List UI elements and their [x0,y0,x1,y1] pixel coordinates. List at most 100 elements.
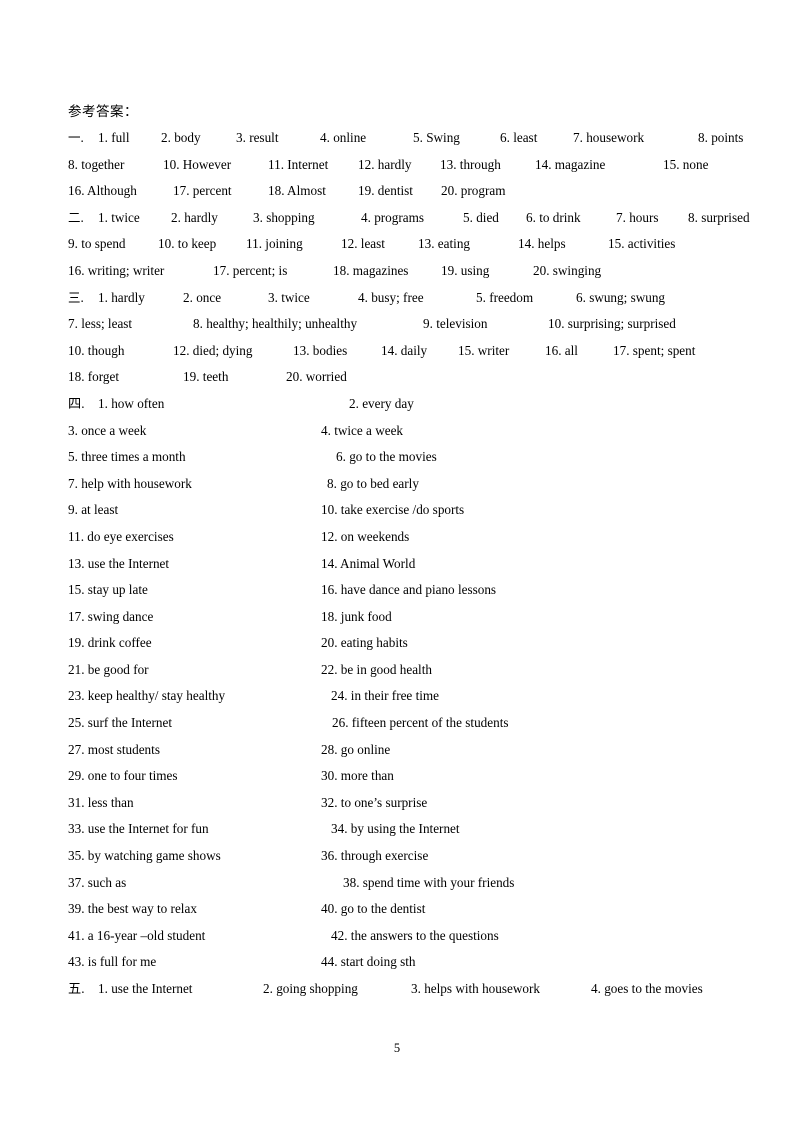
answer-item: 21. be good for [68,661,149,677]
answer-line: 一. 1. full 2. body 3. result 4. online 5. Swi… [68,125,743,152]
answer-item: 1. how often [98,395,165,411]
answer-item: 19. drink coffee [68,635,152,651]
answer-row: 9. at least 10. take exercise /do sports [68,497,728,524]
answer-sections: 一. 1. full 2. body 3. result 4. online 5. Swi… [68,125,750,391]
answer-item: 19. dentist [358,183,413,199]
answer-item: 15. writer [458,342,510,358]
answer-key-body: 参考答案： 一. 1. full 2. body 3. result 4. online… [68,98,750,1003]
section-marker-dot: . [81,981,85,996]
answer-row: 35. by watching game shows 36. through ex… [68,843,728,870]
answer-item: 7. less; least [68,316,133,332]
section-marker-numeral: 二 [68,209,81,225]
answer-item: 4. goes to the movies [591,981,703,996]
answer-item: 18. forget [68,369,120,385]
answer-item: 8. together [68,156,125,172]
answer-item: 16. all [545,342,578,358]
answer-item: 31. less than [68,794,134,810]
answer-line: 五. 1. use the Internet 2. going shopping 3.… [68,976,728,1003]
answer-row: 43. is full for me 44. start doing sth [68,949,728,976]
answer-item: 6. least [500,130,538,145]
answer-item: 36. through exercise [321,848,429,864]
answer-item: 18. junk food [321,608,392,624]
answer-row: 7. help with housework 8. go to bed early [68,471,728,498]
answer-item: 44. start doing sth [321,954,416,970]
answer-item: 27. most students [68,741,160,757]
answer-item: 4. busy; free [358,289,424,305]
answer-item: 2. hardly [171,209,218,225]
answer-item: 13. bodies [293,342,348,358]
answer-item: 1. twice [98,209,140,225]
answer-item: 18. Almost [268,183,326,199]
answer-row: 23. keep healthy/ stay healthy 24. in the… [68,683,728,710]
answer-item: 39. the best way to relax [68,901,197,917]
answer-line: 二. 1. twice 2. hardly 3. shopping 4. program… [68,205,750,232]
answer-item: 10. to keep [158,236,217,252]
answer-line: 9. to spend 10. to keep 11. joining 12. lea… [68,231,728,258]
answer-item: 10. However [163,156,232,172]
answer-item: 14. Animal World [321,555,416,571]
answer-row: 31. less than 32. to one’s surprise [68,790,728,817]
answer-item: 17. percent [173,183,232,199]
answer-item: 5. died [463,209,499,225]
answer-item: 16. have dance and piano lessons [321,582,497,598]
answer-item: 15. activities [608,236,676,252]
answer-line: 18. forget 19. teeth 20. worried [68,364,728,391]
answer-item: 14. magazine [535,156,606,172]
answer-item: 35. by watching game shows [68,848,221,864]
answer-item: 32. to one’s surprise [321,794,428,810]
answer-item: 13. through [440,156,501,172]
answer-item: 19. using [441,262,490,278]
section-marker: 三. [68,285,98,312]
answer-item: 23. keep healthy/ stay healthy [68,688,226,704]
answer-row: 27. most students 28. go online [68,737,728,764]
answer-item: 9. television [423,316,488,332]
answer-item: 12. least [341,236,385,252]
answer-row: 四. 1. how often 2. every day [68,391,728,418]
answer-item: 13. use the Internet [68,555,170,571]
document-page: 参考答案： 一. 1. full 2. body 3. result 4. online… [0,0,794,1123]
answer-item: 40. go to the dentist [321,901,426,917]
answer-row: 29. one to four times 30. more than [68,763,728,790]
answer-row: 21. be good for 22. be in good health [68,657,728,684]
answer-item: 26. fifteen percent of the students [332,715,509,731]
answer-item: 25. surf the Internet [68,715,172,731]
answer-item: 12. died; dying [173,342,253,358]
answer-item: 38. spend time with your friends [343,874,515,890]
section-marker-dot: . [81,395,85,411]
answer-item: 2. once [183,289,222,305]
answer-item: 10. though [68,342,125,358]
answer-item: 9. at least [68,502,119,518]
answer-item: 5. three times a month [68,449,186,465]
answer-row: 37. such as 38. spend time with your frie… [68,870,728,897]
answer-item: 6. swung; swung [576,289,666,305]
answer-item: 4. programs [361,209,424,225]
section-marker-dot: . [80,289,84,305]
answer-item: 1. use the Internet [98,981,193,996]
section-marker-numeral: 一 [68,130,81,145]
answer-row: 3. once a week 4. twice a week [68,418,728,445]
answer-item: 29. one to four times [68,768,178,784]
section-marker: 一. [68,125,98,152]
answer-item: 43. is full for me [68,954,157,970]
answer-row: 39. the best way to relax 40. go to the d… [68,896,728,923]
answer-item: 13. eating [418,236,471,252]
answer-item: 11. Internet [268,156,329,172]
section-marker: 五. [68,976,84,1003]
answer-row: 5. three times a month 6. go to the movie… [68,444,728,471]
answer-row: 41. a 16-year –old student 42. the answer… [68,923,728,950]
answer-item: 17. spent; spent [613,342,696,358]
answer-item: 8. healthy; healthily; unhealthy [193,316,358,332]
answer-item: 42. the answers to the questions [331,927,499,943]
answer-item: 24. in their free time [331,688,440,704]
answer-item: 7. housework [573,130,645,145]
answer-item: 8. surprised [688,209,750,225]
answer-item: 30. more than [321,768,394,784]
answer-item: 20. swinging [533,262,602,278]
answer-item: 20. eating habits [321,635,408,651]
answer-item: 2. going shopping [263,981,358,996]
answer-item: 6. go to the movies [336,449,437,465]
answer-item: 28. go online [321,741,391,757]
answer-item: 5. Swing [413,130,460,145]
section-marker-numeral: 三 [68,289,81,305]
section-marker-numeral: 四 [68,395,82,411]
